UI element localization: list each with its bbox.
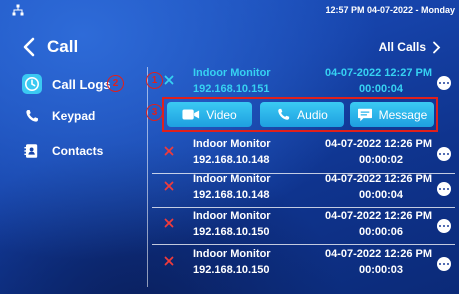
call-duration: 00:00:04: [358, 189, 403, 201]
caller-name: Indoor Monitor: [193, 67, 271, 79]
all-calls-label: All Calls: [378, 40, 426, 54]
sidebar-item-keypad[interactable]: Keypad: [22, 104, 95, 128]
message-icon: [357, 108, 372, 121]
more-options-icon[interactable]: [437, 219, 451, 233]
missed-call-icon: [164, 75, 174, 85]
call-log-row[interactable]: Indoor Monitor 192.168.10.151 04-07-2022…: [152, 65, 455, 101]
call-duration: 00:00:03: [358, 264, 403, 276]
sidebar-item-contacts[interactable]: Contacts: [22, 139, 103, 163]
call-date: 04-07-2022 12:26 PM: [324, 210, 432, 222]
more-options-icon[interactable]: [437, 182, 451, 196]
page-title: Call: [47, 37, 79, 56]
back-arrow-icon[interactable]: [20, 36, 38, 58]
call-date: 04-07-2022 12:27 PM: [324, 67, 432, 79]
call-log-row[interactable]: Indoor Monitor 192.168.10.150 04-07-2022…: [152, 246, 455, 282]
contacts-icon: [22, 141, 42, 161]
sidebar-divider: [147, 67, 148, 287]
call-date: 04-07-2022 12:26 PM: [324, 173, 432, 185]
annotation-marker-3: 3: [146, 104, 163, 121]
audio-call-label: Audio: [297, 107, 328, 122]
status-time: 12:57 PM 04-07-2022 - Monday: [325, 5, 455, 15]
caller-ip: 192.168.10.150: [193, 226, 270, 238]
message-button[interactable]: Message: [350, 102, 434, 127]
more-options-icon[interactable]: [437, 147, 451, 161]
caller-ip: 192.168.10.151: [193, 83, 270, 95]
more-options-icon[interactable]: [437, 76, 451, 90]
network-icon: [12, 4, 24, 16]
call-date: 04-07-2022 12:26 PM: [324, 248, 432, 260]
phone-icon: [278, 108, 290, 120]
chevron-right-icon: [433, 41, 441, 53]
caller-name: Indoor Monitor: [193, 138, 271, 150]
row-divider: [152, 244, 455, 245]
video-camera-icon: [182, 109, 200, 120]
phone-icon: [22, 106, 42, 126]
call-date: 04-07-2022 12:26 PM: [324, 138, 432, 150]
call-duration: 00:00:02: [358, 154, 403, 166]
call-duration: 00:00:06: [358, 226, 403, 238]
missed-call-icon: [164, 146, 174, 156]
missed-call-icon: [164, 181, 174, 191]
caller-name: Indoor Monitor: [193, 210, 271, 222]
video-call-button[interactable]: Video: [167, 102, 252, 127]
all-calls-filter[interactable]: All Calls: [379, 40, 441, 54]
call-log-row[interactable]: Indoor Monitor 192.168.10.148 04-07-2022…: [152, 136, 455, 172]
clock-icon: [22, 74, 42, 94]
call-screen: 12:57 PM 04-07-2022 - Monday Call All Ca…: [0, 0, 459, 294]
missed-call-icon: [164, 218, 174, 228]
call-log-row[interactable]: Indoor Monitor 192.168.10.148 04-07-2022…: [152, 171, 455, 207]
more-options-icon[interactable]: [437, 257, 451, 271]
caller-ip: 192.168.10.150: [193, 264, 270, 276]
call-duration: 00:00:04: [358, 83, 403, 95]
missed-call-icon: [164, 256, 174, 266]
sidebar-item-label: Contacts: [52, 144, 104, 158]
video-call-label: Video: [206, 107, 237, 122]
caller-name: Indoor Monitor: [193, 173, 271, 185]
status-bar: 12:57 PM 04-07-2022 - Monday: [0, 0, 459, 22]
caller-ip: 192.168.10.148: [193, 154, 270, 166]
sidebar-item-label: Keypad: [52, 109, 96, 123]
caller-name: Indoor Monitor: [193, 248, 271, 260]
caller-ip: 192.168.10.148: [193, 189, 270, 201]
audio-call-button[interactable]: Audio: [260, 102, 344, 127]
sidebar-item-label: Call Logs: [52, 76, 111, 92]
annotation-marker-2: 2: [107, 75, 124, 92]
sidebar-item-call-logs[interactable]: Call Logs: [22, 72, 111, 96]
message-label: Message: [378, 107, 428, 122]
call-log-row[interactable]: Indoor Monitor 192.168.10.150 04-07-2022…: [152, 208, 455, 244]
